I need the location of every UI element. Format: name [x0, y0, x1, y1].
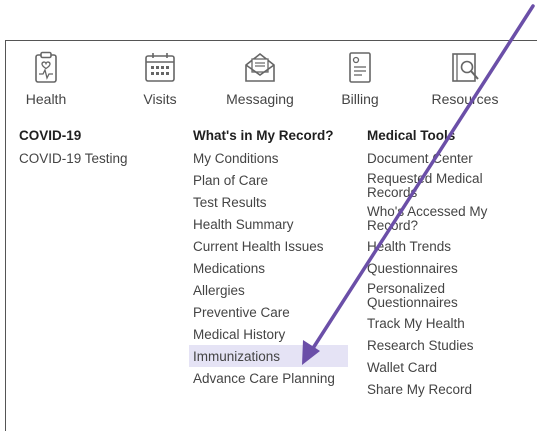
menu-column-record: What's in My Record? My Conditions Plan …	[189, 128, 348, 389]
menu-item[interactable]: Advance Care Planning	[193, 367, 348, 389]
column-heading: COVID-19	[19, 128, 82, 143]
menu-item[interactable]: Current Health Issues	[193, 235, 348, 257]
nav-tile-label: Messaging	[226, 91, 294, 107]
menu-item[interactable]: COVID-19 Testing	[19, 147, 128, 169]
column-heading: What's in My Record?	[193, 128, 334, 143]
envelope-icon	[245, 52, 275, 82]
menu-item[interactable]: Preventive Care	[193, 301, 348, 323]
menu-item[interactable]: Personalized Questionnaires	[367, 279, 517, 312]
menu-item[interactable]: My Conditions	[193, 147, 348, 169]
menu-item[interactable]: Requested Medical Records	[367, 169, 517, 202]
column-heading: Medical Tools	[367, 128, 456, 143]
menu-column-covid: COVID-19 COVID-19 Testing	[19, 128, 128, 169]
nav-tile-messaging[interactable]: Messaging	[220, 50, 300, 115]
nav-tile-resources[interactable]: Resources	[425, 50, 505, 115]
menu-item[interactable]: Medications	[193, 257, 348, 279]
nav-tile-label: Health	[25, 91, 67, 107]
nav-tile-visits[interactable]: Visits	[130, 50, 190, 115]
menu-item[interactable]: Health Summary	[193, 213, 348, 235]
nav-tile-label: Resources	[431, 91, 499, 107]
menu-item-immunizations[interactable]: Immunizations	[189, 345, 348, 367]
book-search-icon	[452, 53, 479, 82]
nav-tile-billing[interactable]: Billing	[335, 50, 385, 115]
menu-column-tools: Medical Tools Document Center Requested …	[367, 128, 517, 400]
menu-item[interactable]: Wallet Card	[367, 356, 517, 378]
menu-item[interactable]: Who's Accessed My Record?	[367, 202, 517, 235]
menu-item[interactable]: Document Center	[367, 147, 517, 169]
menu-item[interactable]: Share My Record	[367, 378, 517, 400]
menu-item[interactable]: Track My Health	[367, 312, 517, 334]
menu-item[interactable]: Allergies	[193, 279, 348, 301]
menu-item[interactable]: Health Trends	[367, 235, 517, 257]
nav-tile-health[interactable]: Health	[16, 50, 76, 115]
bill-document-icon	[349, 52, 371, 83]
menu-item[interactable]: Research Studies	[367, 334, 517, 356]
nav-tile-label: Visits	[143, 91, 177, 107]
menu-item[interactable]: Medical History	[193, 323, 348, 345]
menu-item[interactable]: Questionnaires	[367, 257, 517, 279]
menu-item[interactable]: Test Results	[193, 191, 348, 213]
nav-tile-label: Billing	[341, 91, 379, 107]
clipboard-heart-icon	[35, 51, 57, 83]
calendar-icon	[145, 53, 175, 82]
menu-item[interactable]: Plan of Care	[193, 169, 348, 191]
